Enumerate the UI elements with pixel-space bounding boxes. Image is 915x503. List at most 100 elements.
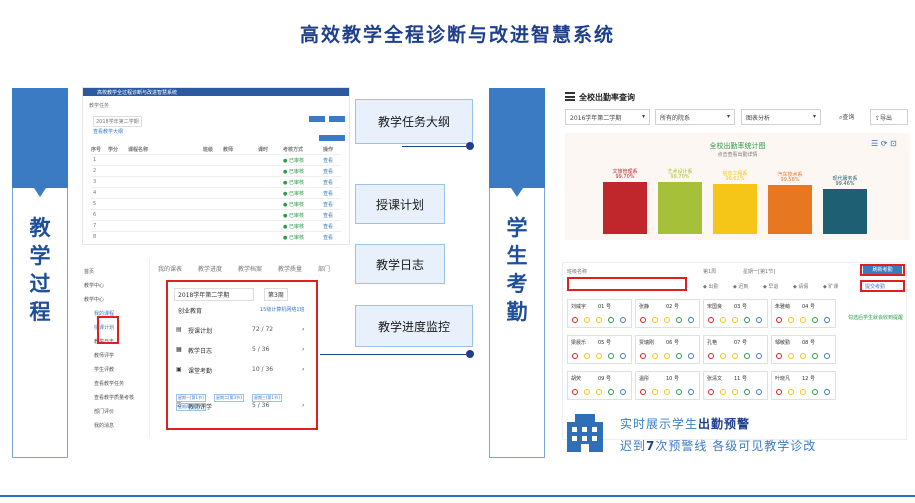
- status-circle-icon[interactable]: [788, 317, 794, 323]
- status-circle-icon[interactable]: [664, 317, 670, 323]
- session-tag[interactable]: 星期一[第1节]: [176, 394, 206, 402]
- chevron-right-icon[interactable]: ›: [302, 326, 304, 333]
- status-circle-icon[interactable]: [688, 389, 694, 395]
- dept-select[interactable]: 所有的院系 ▾: [655, 109, 735, 125]
- student-card[interactable]: 张清文 11 号: [703, 371, 768, 400]
- tab-1[interactable]: 教学进度: [198, 264, 222, 273]
- status-circle-icon[interactable]: [596, 353, 602, 359]
- chart-bar[interactable]: [603, 181, 647, 234]
- status-circle-icon[interactable]: [824, 317, 830, 323]
- status-circle-icon[interactable]: [720, 317, 726, 323]
- status-circle-icon[interactable]: [732, 317, 738, 323]
- status-circle-icon[interactable]: [664, 353, 670, 359]
- status-circle-icon[interactable]: [800, 353, 806, 359]
- status-circle-icon[interactable]: [652, 317, 658, 323]
- shot-term[interactable]: 2018学年第二学期: [93, 116, 142, 127]
- refresh-attendance-button[interactable]: 刷新考勤: [863, 266, 902, 274]
- tab-0[interactable]: 我的课表: [158, 264, 182, 273]
- student-card[interactable]: 宋国良 03 号: [703, 299, 768, 328]
- student-card[interactable]: 梁晨乐 05 号: [567, 335, 632, 364]
- tab-2[interactable]: 教学档案: [238, 264, 262, 273]
- student-card[interactable]: 孔艳 07 号: [703, 335, 768, 364]
- chevron-right-icon[interactable]: ›: [302, 346, 304, 353]
- student-card[interactable]: 刘威宇 01 号: [567, 299, 632, 328]
- sidebar-item-8[interactable]: 查看教学任务: [94, 380, 124, 387]
- chart-bar[interactable]: [713, 184, 757, 234]
- student-card[interactable]: 张静 02 号: [635, 299, 700, 328]
- status-circle-icon[interactable]: [744, 353, 750, 359]
- status-circle-icon[interactable]: [812, 317, 818, 323]
- shot-link[interactable]: 查看教学大纲: [93, 128, 123, 135]
- sidebar-item-10[interactable]: 部门评价: [94, 408, 114, 415]
- tab-3[interactable]: 教学质量: [278, 264, 302, 273]
- status-circle-icon[interactable]: [688, 353, 694, 359]
- status-circle-icon[interactable]: [584, 317, 590, 323]
- status-circle-icon[interactable]: [652, 353, 658, 359]
- status-circle-icon[interactable]: [720, 353, 726, 359]
- status-circle-icon[interactable]: [620, 353, 626, 359]
- status-circle-icon[interactable]: [800, 317, 806, 323]
- status-circle-icon[interactable]: [596, 389, 602, 395]
- term-select[interactable]: 2016学年第二学期 ▾: [565, 109, 650, 125]
- tab-4[interactable]: 部门: [318, 264, 330, 273]
- status-circle-icon[interactable]: [824, 389, 830, 395]
- status-circle-icon[interactable]: [664, 389, 670, 395]
- status-circle-icon[interactable]: [608, 317, 614, 323]
- table-cell-action[interactable]: 查看: [323, 157, 333, 164]
- session-tag[interactable]: 星期四[第3节]: [176, 403, 206, 411]
- status-circle-icon[interactable]: [676, 353, 682, 359]
- status-circle-icon[interactable]: [732, 353, 738, 359]
- shot-btn-a[interactable]: [309, 116, 325, 122]
- status-circle-icon[interactable]: [744, 389, 750, 395]
- table-cell-action[interactable]: 查看: [323, 201, 333, 208]
- student-card[interactable]: 叶晓凡 12 号: [771, 371, 836, 400]
- status-circle-icon[interactable]: [824, 353, 830, 359]
- status-circle-icon[interactable]: [708, 353, 714, 359]
- export-button[interactable]: ⇪导出: [870, 109, 908, 125]
- status-circle-icon[interactable]: [608, 353, 614, 359]
- chart-bar[interactable]: [658, 181, 702, 234]
- status-circle-icon[interactable]: [584, 353, 590, 359]
- status-circle-icon[interactable]: [640, 353, 646, 359]
- sidebar-item-9[interactable]: 查看教学质量考核: [94, 394, 134, 401]
- status-circle-icon[interactable]: [756, 389, 762, 395]
- status-circle-icon[interactable]: [776, 353, 782, 359]
- sidebar-item-2[interactable]: 教学中心: [84, 296, 104, 303]
- status-circle-icon[interactable]: [596, 317, 602, 323]
- status-circle-icon[interactable]: [640, 317, 646, 323]
- class-select-box[interactable]: [567, 277, 687, 291]
- sidebar-item-0[interactable]: 首页: [84, 268, 94, 275]
- sidebar-item-7[interactable]: 学生评教: [94, 366, 114, 373]
- status-circle-icon[interactable]: [640, 389, 646, 395]
- status-circle-icon[interactable]: [688, 317, 694, 323]
- table-cell-action[interactable]: 查看: [323, 212, 333, 219]
- status-circle-icon[interactable]: [756, 353, 762, 359]
- status-circle-icon[interactable]: [788, 353, 794, 359]
- status-circle-icon[interactable]: [788, 389, 794, 395]
- status-circle-icon[interactable]: [720, 389, 726, 395]
- status-circle-icon[interactable]: [572, 389, 578, 395]
- student-card[interactable]: 温彤 10 号: [635, 371, 700, 400]
- submit-attendance-button[interactable]: 提交考勤: [865, 283, 885, 290]
- status-circle-icon[interactable]: [776, 389, 782, 395]
- session-tag[interactable]: 星期三[第1节]: [252, 394, 282, 402]
- status-circle-icon[interactable]: [744, 317, 750, 323]
- status-circle-icon[interactable]: [812, 353, 818, 359]
- sidebar-item-6[interactable]: 教师评学: [94, 352, 114, 359]
- table-cell-action[interactable]: 查看: [323, 223, 333, 230]
- course-term[interactable]: 2018学年第二学期: [174, 288, 254, 301]
- status-circle-icon[interactable]: [572, 317, 578, 323]
- status-circle-icon[interactable]: [776, 317, 782, 323]
- chevron-right-icon[interactable]: ›: [302, 402, 304, 409]
- status-circle-icon[interactable]: [708, 389, 714, 395]
- status-circle-icon[interactable]: [608, 389, 614, 395]
- view-select[interactable]: 图表分析 ▾: [741, 109, 821, 125]
- course-class-link[interactable]: 15级计算机网络1班: [260, 306, 305, 313]
- shot-btn-c[interactable]: [319, 135, 345, 141]
- chart-tools-icon[interactable]: ☰ ⟳ ⊡: [871, 139, 897, 148]
- query-button[interactable]: ⌕查询: [835, 109, 867, 125]
- status-circle-icon[interactable]: [620, 317, 626, 323]
- status-circle-icon[interactable]: [572, 353, 578, 359]
- status-circle-icon[interactable]: [676, 389, 682, 395]
- chart-bar[interactable]: [823, 189, 867, 234]
